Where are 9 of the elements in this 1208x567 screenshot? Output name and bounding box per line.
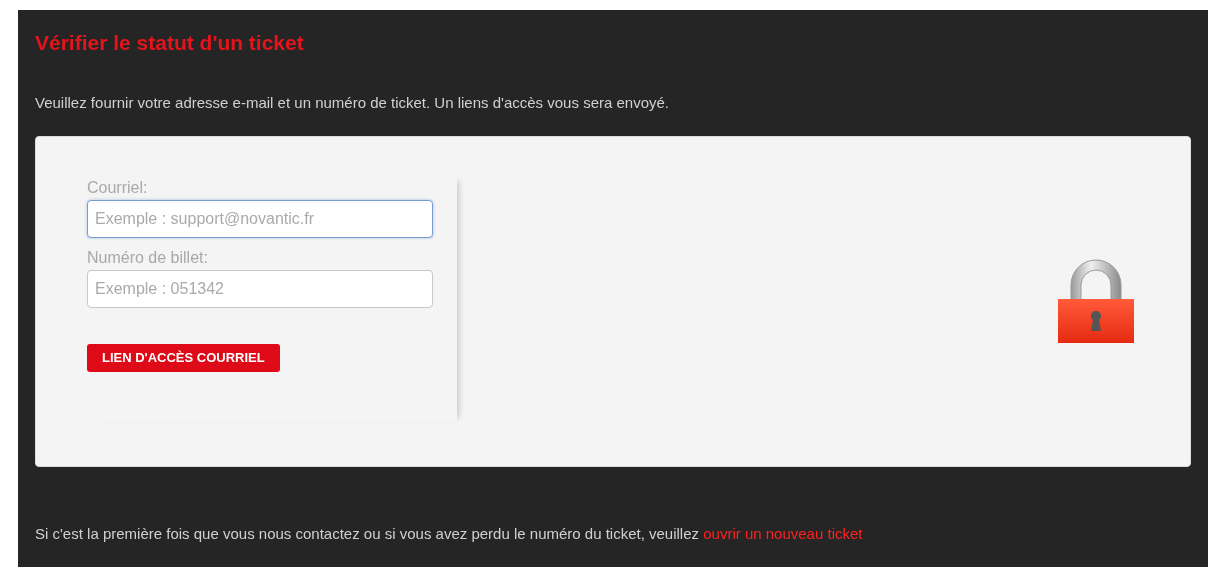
- field-label: Numéro de billet:: [87, 247, 208, 268]
- page-title: Vérifier le statut d'un ticket: [35, 30, 304, 56]
- text-field[interactable]: Exemple : support@novantic.fr: [87, 199, 433, 238]
- intro-text: Veuillez fournir votre adresse e-mail et un numéro de ticket. Un liens d'accès vous sera envoyé.: [35, 93, 669, 113]
- submit-button[interactable]: LIEN D'ACCÈS COURRIEL: [87, 343, 280, 372]
- new-ticket-link[interactable]: ouvrir un nouveau ticket: [703, 524, 863, 542]
- footer-text: Si c'est la première fois que vous nous contactez ou si vous avez perdu le numéro du ticket, veuillez ouvrir un nouveau ticket: [35, 523, 863, 544]
- text-field[interactable]: Exemple : 051342: [87, 269, 433, 308]
- field-label: Courriel:: [87, 177, 148, 198]
